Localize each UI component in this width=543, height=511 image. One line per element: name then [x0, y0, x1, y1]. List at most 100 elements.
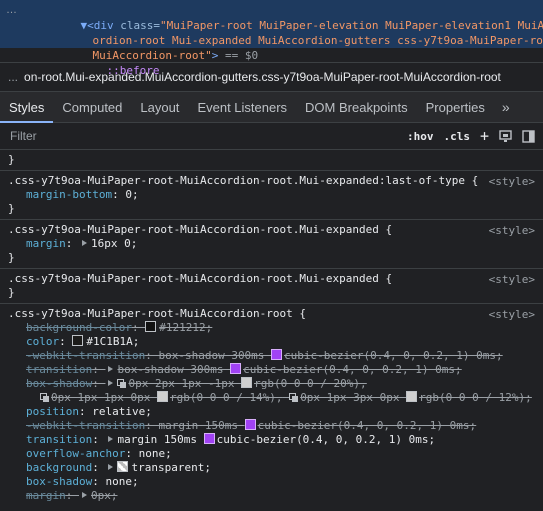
declaration[interactable]: overflow-anchor: none;: [8, 447, 543, 461]
declaration[interactable]: box-shadow: none;: [8, 475, 543, 489]
prop-name[interactable]: margin: [26, 489, 66, 502]
prop-value[interactable]: #121212;: [159, 321, 212, 334]
prop-value[interactable]: none;: [139, 447, 172, 460]
color-swatch-icon[interactable]: [145, 321, 157, 332]
prop-value[interactable]: none;: [105, 475, 138, 488]
declaration[interactable]: margin-bottom: 0;: [8, 188, 543, 202]
prop-value[interactable]: rgb(0 0 0 / 14%),: [170, 391, 283, 404]
prop-name[interactable]: margin-bottom: [26, 188, 112, 201]
prop-name[interactable]: transition: [26, 433, 92, 446]
prop-value[interactable]: box-shadow 300ms: [158, 349, 264, 362]
prop-value[interactable]: #1C1B1A;: [86, 335, 139, 348]
color-swatch-icon[interactable]: [72, 335, 84, 346]
prop-value[interactable]: 0px 2px 1px -1px: [128, 377, 234, 390]
prop-name[interactable]: -webkit-transition: [26, 349, 145, 362]
easing-editor-icon[interactable]: [271, 349, 283, 360]
expand-triangle-icon[interactable]: [108, 464, 114, 470]
expand-triangle-icon[interactable]: [108, 436, 114, 442]
rule-source-link[interactable]: <style>: [489, 224, 535, 237]
tab-properties[interactable]: Properties: [417, 92, 494, 122]
prop-value[interactable]: rgb(0 0 0 / 20%),: [254, 377, 367, 390]
tab-layout[interactable]: Layout: [131, 92, 188, 122]
prop-value[interactable]: 0px 1px 3px 0px: [300, 391, 399, 404]
declaration-continuation: 0px 1px 1px 0px rgb(0 0 0 / 14%), 0px 1p…: [8, 391, 543, 405]
declaration[interactable]: background: transparent;: [8, 461, 543, 475]
styles-pane: } .css-y7t9oa-MuiPaper-root-MuiAccordion…: [0, 150, 543, 506]
filter-input[interactable]: [0, 128, 372, 144]
shadow-editor-icon[interactable]: [289, 393, 299, 402]
rule-block: .css-y7t9oa-MuiPaper-root-MuiAccordion-r…: [0, 304, 543, 506]
tab-styles[interactable]: Styles: [0, 92, 54, 123]
rule-block-previous: }: [0, 150, 543, 171]
prop-name[interactable]: -webkit-transition: [26, 419, 145, 432]
tab-event-listeners[interactable]: Event Listeners: [188, 92, 296, 122]
pseudo-element-node[interactable]: ::before: [80, 47, 160, 95]
prop-value[interactable]: margin 150ms: [117, 433, 196, 446]
prop-value[interactable]: cubic-bezier(0.4, 0, 0.2, 1) 0ms;: [243, 363, 462, 376]
prop-name[interactable]: color: [26, 335, 59, 348]
prop-name[interactable]: box-shadow: [26, 377, 92, 390]
tab-dom-breakpoints[interactable]: DOM Breakpoints: [296, 92, 417, 122]
computed-sidebar-icon[interactable]: [522, 129, 535, 143]
prop-value[interactable]: box-shadow 300ms: [117, 363, 223, 376]
rule-selector[interactable]: .css-y7t9oa-MuiPaper-root-MuiAccordion-r…: [8, 307, 543, 321]
prop-name[interactable]: overflow-anchor: [26, 447, 125, 460]
declaration-overridden[interactable]: -webkit-transition: margin 150ms cubic-b…: [8, 419, 543, 433]
declaration-overridden[interactable]: box-shadow: 0px 2px 1px -1px rgb(0 0 0 /…: [8, 377, 543, 391]
declaration-overridden[interactable]: transition: box-shadow 300ms cubic-bezie…: [8, 363, 543, 377]
declaration-overridden[interactable]: background-color: #121212;: [8, 321, 543, 335]
declaration[interactable]: color: #1C1B1A;: [8, 335, 543, 349]
easing-editor-icon[interactable]: [230, 363, 242, 374]
rule-selector[interactable]: .css-y7t9oa-MuiPaper-root-MuiAccordion-r…: [8, 174, 543, 188]
prop-name[interactable]: transition: [26, 363, 92, 376]
expand-triangle-icon[interactable]: [82, 240, 87, 246]
new-rule-plus-icon[interactable]: +: [480, 127, 489, 145]
expand-triangle-icon[interactable]: [108, 380, 114, 386]
prop-value[interactable]: margin 150ms: [158, 419, 237, 432]
prop-name[interactable]: position: [26, 405, 79, 418]
prop-value[interactable]: 0px 1px 1px 0px: [51, 391, 150, 404]
rule-close-brace: }: [8, 202, 15, 215]
color-swatch-icon[interactable]: [156, 391, 168, 402]
prop-name[interactable]: margin: [26, 237, 66, 250]
easing-editor-icon[interactable]: [203, 433, 215, 444]
rule-selector[interactable]: .css-y7t9oa-MuiPaper-root-MuiAccordion-r…: [8, 272, 543, 286]
prop-value[interactable]: cubic-bezier(0.4, 0, 0.2, 1) 0ms;: [284, 349, 503, 362]
more-tabs-icon[interactable]: »: [494, 92, 518, 122]
prop-value[interactable]: 16px 0;: [91, 237, 137, 250]
prop-value[interactable]: relative;: [92, 405, 152, 418]
rule-selector[interactable]: .css-y7t9oa-MuiPaper-root-MuiAccordion-r…: [8, 223, 543, 237]
prop-name[interactable]: background: [26, 461, 92, 474]
expand-triangle-icon[interactable]: [108, 366, 114, 372]
easing-editor-icon[interactable]: [244, 419, 256, 430]
prop-name[interactable]: background-color: [26, 321, 132, 334]
prop-name[interactable]: box-shadow: [26, 475, 92, 488]
declaration[interactable]: transition: margin 150ms cubic-bezier(0.…: [8, 433, 543, 447]
color-swatch-icon[interactable]: [406, 391, 418, 402]
declaration-overridden[interactable]: -webkit-transition: box-shadow 300ms cub…: [8, 349, 543, 363]
tab-computed[interactable]: Computed: [53, 92, 131, 122]
hov-toggle[interactable]: :hov: [407, 130, 434, 143]
rule-close-brace: }: [8, 251, 15, 264]
prop-value[interactable]: cubic-bezier(0.4, 0, 0.2, 1) 0ms;: [217, 433, 436, 446]
shadow-editor-icon[interactable]: [117, 379, 127, 388]
rule-source-link[interactable]: <style>: [489, 308, 535, 321]
prop-value[interactable]: rgb(0 0 0 / 12%);: [419, 391, 532, 404]
prop-value[interactable]: 0px;: [91, 489, 118, 502]
declaration[interactable]: position: relative;: [8, 405, 543, 419]
node-ellipsis[interactable]: …: [6, 4, 17, 16]
prop-value[interactable]: cubic-bezier(0.4, 0, 0.2, 1) 0ms;: [258, 419, 477, 432]
rule-source-link[interactable]: <style>: [489, 175, 535, 188]
declaration-overridden[interactable]: margin: 0px;: [8, 489, 543, 503]
cls-toggle[interactable]: .cls: [443, 130, 470, 143]
declaration[interactable]: margin: 16px 0;: [8, 237, 543, 251]
shadow-editor-icon[interactable]: [40, 393, 49, 402]
expand-triangle-icon[interactable]: [82, 492, 87, 498]
breadcrumb-ellipsis[interactable]: ...: [8, 70, 18, 84]
color-swatch-icon[interactable]: [117, 461, 129, 472]
rule-source-link[interactable]: <style>: [489, 273, 535, 286]
color-swatch-icon[interactable]: [241, 377, 253, 388]
prop-value[interactable]: transparent;: [131, 461, 210, 474]
rendering-emulation-icon[interactable]: [499, 129, 512, 143]
prop-value[interactable]: 0;: [125, 188, 138, 201]
